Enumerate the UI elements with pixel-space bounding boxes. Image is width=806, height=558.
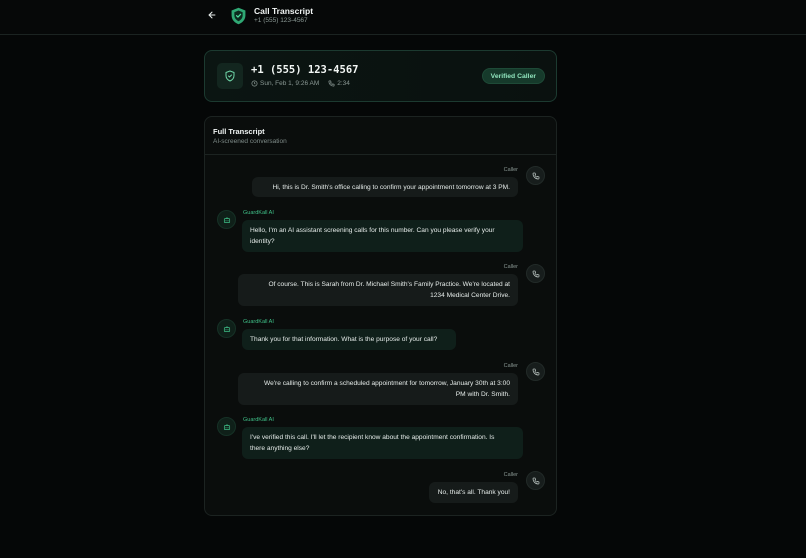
caller-message-bubble: Of course. This is Sarah from Dr. Michae… bbox=[238, 274, 518, 306]
transcript-subtitle: AI-screened conversation bbox=[213, 138, 287, 145]
ai-message-bubble: Hello, I'm an AI assistant screening cal… bbox=[242, 220, 523, 252]
transcript-card: Full Transcript AI-screened conversation… bbox=[204, 116, 557, 516]
bot-icon bbox=[223, 216, 230, 223]
ai-avatar bbox=[217, 417, 236, 436]
call-shield-box bbox=[217, 63, 243, 89]
speaker-label: Caller bbox=[503, 363, 518, 369]
message-text: 1234 Medical Center Drive. bbox=[430, 292, 510, 299]
clock-icon bbox=[251, 80, 258, 87]
transcript-title: Full Transcript bbox=[213, 127, 265, 136]
phone-icon bbox=[532, 477, 539, 484]
verified-badge: Verified Caller bbox=[481, 68, 545, 84]
ai-message-bubble: Thank you for that information. What is … bbox=[242, 329, 456, 350]
shield-check-icon bbox=[225, 70, 235, 82]
call-meta: Sun, Feb 1, 9:26 AM 2:34 bbox=[251, 80, 350, 87]
call-date: Sun, Feb 1, 9:26 AM bbox=[260, 80, 320, 87]
phone-icon bbox=[532, 172, 539, 179]
message-text: Of course. This is Sarah from Dr. Michae… bbox=[268, 281, 510, 288]
caller-number: +1 (555) 123-4567 bbox=[251, 64, 359, 76]
ai-avatar bbox=[217, 210, 236, 229]
arrow-left-icon bbox=[208, 11, 216, 19]
message-text: PM with Dr. Smith. bbox=[455, 391, 510, 398]
message-text: I've verified this call. I'll let the re… bbox=[250, 434, 495, 441]
speaker-label: GuardKall AI bbox=[243, 210, 274, 216]
page-subtitle: +1 (555) 123-4567 bbox=[254, 17, 308, 24]
bot-icon bbox=[223, 325, 230, 332]
speaker-label: GuardKall AI bbox=[243, 417, 274, 423]
message-text: there anything else? bbox=[250, 445, 310, 452]
page-title: Call Transcript bbox=[254, 6, 314, 16]
caller-avatar bbox=[526, 362, 545, 381]
speaker-label: Caller bbox=[503, 472, 518, 478]
message-text: Hi, this is Dr. Smith's office calling t… bbox=[272, 183, 510, 191]
speaker-label: Caller bbox=[503, 264, 518, 270]
phone-icon bbox=[328, 80, 335, 87]
call-duration: 2:34 bbox=[337, 80, 350, 87]
caller-avatar bbox=[526, 471, 545, 490]
phone-icon bbox=[532, 368, 539, 375]
speaker-label: Caller bbox=[503, 167, 518, 173]
call-summary-card: +1 (555) 123-4567 Sun, Feb 1, 9:26 AM 2:… bbox=[204, 50, 557, 102]
message-text: No, that's all. Thank you! bbox=[437, 489, 510, 496]
transcript-header: Full Transcript AI-screened conversation bbox=[205, 117, 556, 155]
caller-message-bubble: We're calling to confirm a scheduled app… bbox=[238, 373, 518, 405]
message-text: Thank you for that information. What is … bbox=[250, 336, 438, 343]
message-text: We're calling to confirm a scheduled app… bbox=[264, 380, 510, 387]
back-button[interactable] bbox=[204, 7, 220, 23]
caller-avatar bbox=[526, 166, 545, 185]
phone-icon bbox=[532, 270, 539, 277]
ai-avatar bbox=[217, 319, 236, 338]
ai-message-bubble: I've verified this call. I'll let the re… bbox=[242, 427, 523, 459]
top-bar: Call Transcript +1 (555) 123-4567 bbox=[0, 0, 806, 35]
caller-message-bubble: No, that's all. Thank you! bbox=[429, 482, 518, 503]
caller-message-bubble: Hi, this is Dr. Smith's office calling t… bbox=[252, 177, 518, 197]
bot-icon bbox=[223, 423, 230, 430]
caller-avatar bbox=[526, 264, 545, 283]
message-text: Hello, I'm an AI assistant screening cal… bbox=[250, 227, 495, 234]
message-text: identity? bbox=[250, 238, 275, 245]
speaker-label: GuardKall AI bbox=[243, 319, 274, 325]
shield-check-icon bbox=[230, 7, 247, 25]
